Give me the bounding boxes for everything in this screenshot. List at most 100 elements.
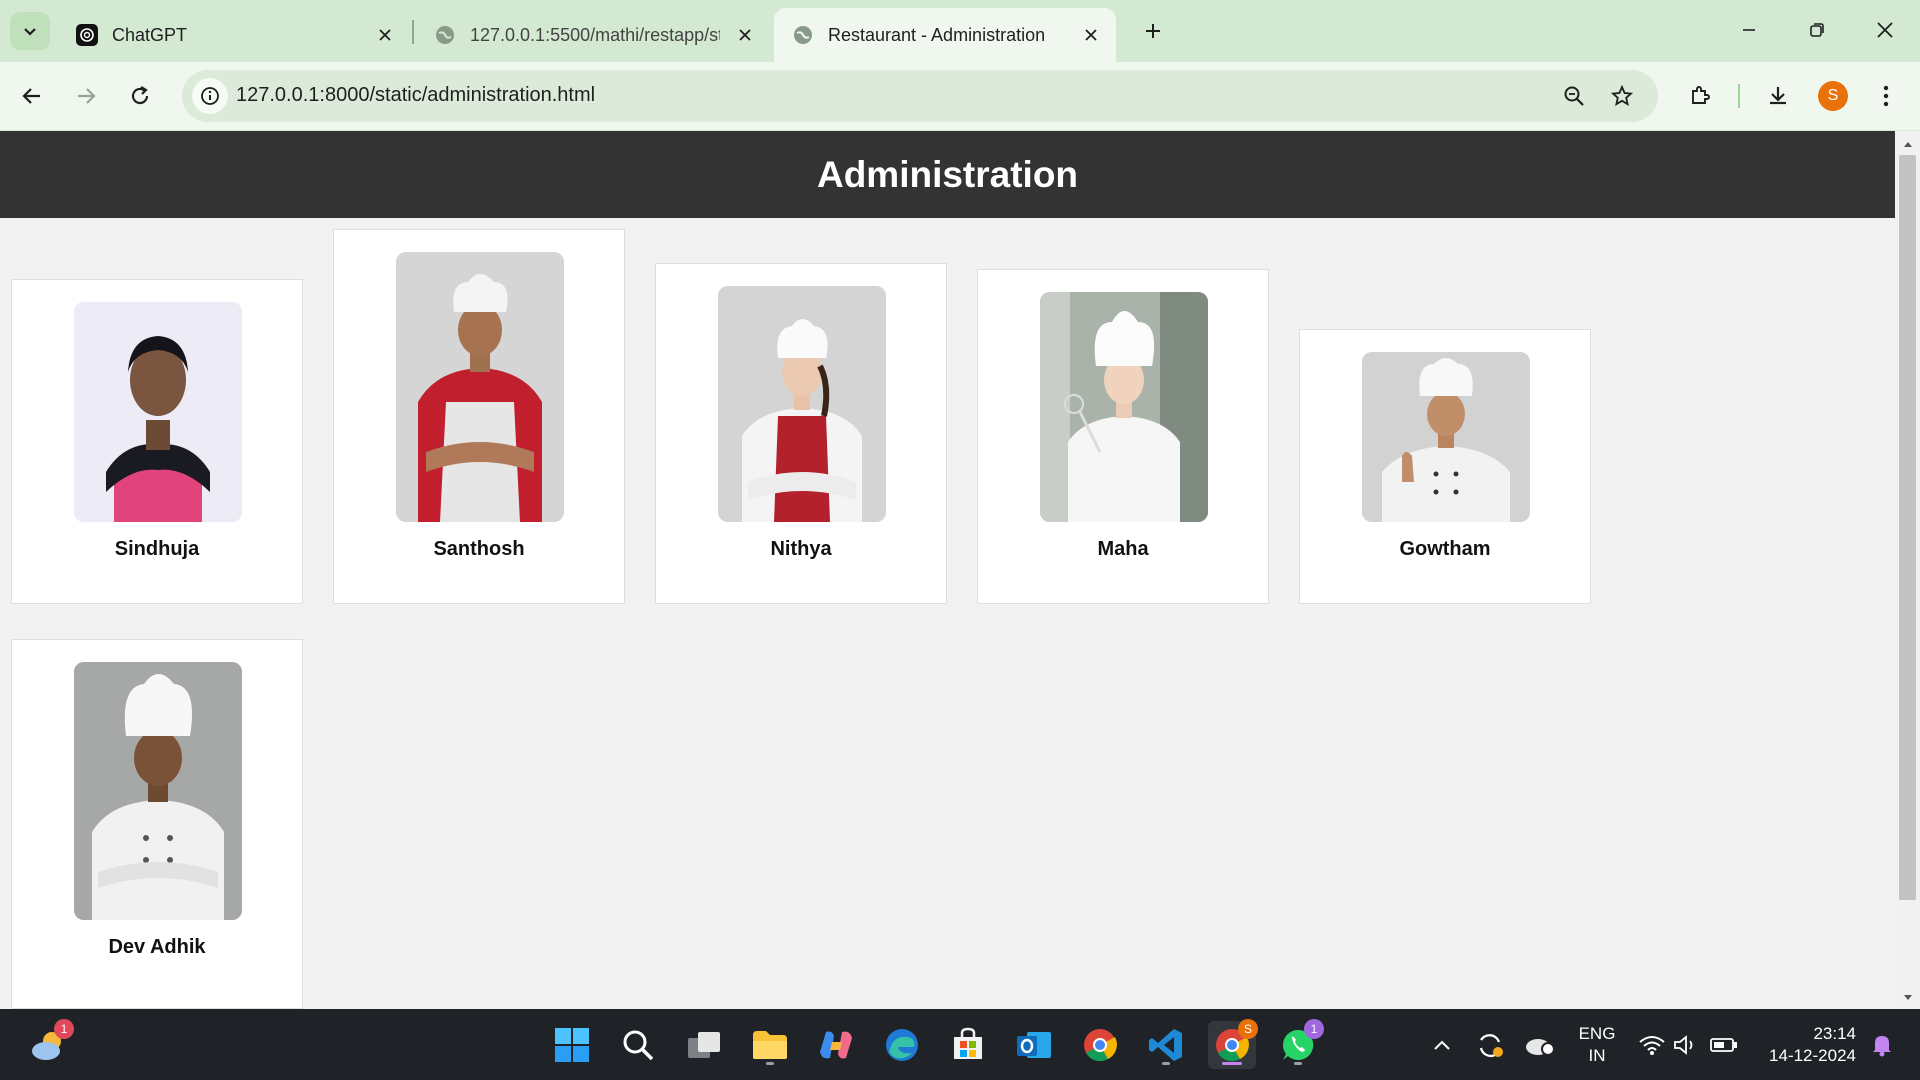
reload-button[interactable] xyxy=(120,76,160,116)
tab-restaurant-administration[interactable]: Restaurant - Administration xyxy=(774,8,1116,62)
minimize-button[interactable] xyxy=(1726,10,1772,50)
chrome-profile-button[interactable]: S xyxy=(1208,1019,1258,1069)
vscode-button[interactable] xyxy=(1142,1021,1190,1069)
staff-card[interactable]: Nithya xyxy=(655,263,947,604)
address-bar[interactable]: 127.0.0.1:8000/static/administration.htm… xyxy=(182,70,1658,122)
notification-badge: 1 xyxy=(54,1019,74,1039)
close-tab-icon[interactable] xyxy=(1080,24,1102,46)
close-tab-icon[interactable] xyxy=(734,24,756,46)
staff-name: Sindhuja xyxy=(114,538,200,560)
running-indicator xyxy=(766,1062,774,1065)
chrome-button[interactable] xyxy=(1076,1021,1124,1069)
onedrive-tray-button[interactable] xyxy=(1516,1021,1564,1069)
notifications-button[interactable] xyxy=(1862,1021,1902,1069)
restore-button[interactable] xyxy=(1794,10,1840,50)
close-tab-icon[interactable] xyxy=(374,24,396,46)
chevron-down-icon xyxy=(24,28,36,36)
edge-icon xyxy=(886,1029,918,1061)
tab-title: ChatGPT xyxy=(112,24,188,45)
battery-status[interactable] xyxy=(1700,1021,1748,1069)
staff-name: Maha xyxy=(1097,538,1149,560)
battery-icon xyxy=(1710,1038,1737,1052)
zoom-icon[interactable] xyxy=(1558,80,1590,112)
staff-card[interactable]: Santhosh xyxy=(333,229,625,604)
staff-photo xyxy=(74,662,242,920)
language-text: ENG xyxy=(1578,1024,1616,1043)
folder-icon xyxy=(753,1031,787,1059)
edge-button[interactable] xyxy=(878,1021,926,1069)
show-hidden-icons-button[interactable] xyxy=(1418,1021,1466,1069)
minimize-icon xyxy=(1743,29,1755,31)
outlook-icon xyxy=(1017,1032,1051,1058)
staff-card[interactable]: Maha xyxy=(977,269,1269,604)
staff-card[interactable]: Dev Adhik xyxy=(11,639,303,1009)
clock[interactable]: 23:14 14-12-2024 xyxy=(1756,1023,1856,1067)
language-indicator[interactable]: ENG IN xyxy=(1570,1023,1624,1067)
active-indicator xyxy=(1222,1062,1242,1065)
page-header: Administration xyxy=(0,131,1895,218)
windows-taskbar: 1 S 1 ENG IN 23:14 14-12-2024 xyxy=(0,1009,1920,1080)
outlook-button[interactable] xyxy=(1010,1021,1058,1069)
scroll-up-arrow-icon[interactable] xyxy=(1899,135,1916,153)
scroll-down-arrow-icon[interactable] xyxy=(1899,989,1916,1007)
page-viewport: Administration Sindhuja Santhosh Nithya … xyxy=(0,131,1895,1009)
microsoft-store-button[interactable] xyxy=(944,1021,992,1069)
toolbar-divider xyxy=(1738,84,1740,108)
staff-photo xyxy=(1362,352,1530,522)
whatsapp-button[interactable]: 1 xyxy=(1274,1019,1324,1069)
task-view-icon xyxy=(688,1032,720,1058)
profile-avatar[interactable]: S xyxy=(1818,81,1848,111)
browser-toolbar: 127.0.0.1:8000/static/administration.htm… xyxy=(0,62,1920,131)
plus-icon xyxy=(1146,24,1160,38)
staff-photo xyxy=(1040,292,1208,522)
speaker-icon xyxy=(1674,1035,1693,1055)
arrow-right-icon xyxy=(78,88,96,104)
reload-icon xyxy=(131,86,149,105)
close-window-button[interactable] xyxy=(1862,10,1908,50)
arrow-left-icon xyxy=(22,88,40,104)
staff-card[interactable]: Gowtham xyxy=(1299,329,1591,604)
weather-widget[interactable]: 1 xyxy=(24,1019,74,1069)
url-text[interactable]: 127.0.0.1:8000/static/administration.htm… xyxy=(236,84,595,107)
globe-icon xyxy=(792,24,814,46)
bookmark-star-icon[interactable] xyxy=(1606,80,1638,112)
task-view-button[interactable] xyxy=(680,1021,728,1069)
staff-photo xyxy=(396,252,564,522)
start-button[interactable] xyxy=(548,1021,596,1069)
search-button[interactable] xyxy=(614,1021,662,1069)
extensions-icon[interactable] xyxy=(1680,76,1720,116)
scrollbar-thumb[interactable] xyxy=(1899,155,1916,900)
tab-localhost-5500[interactable]: 127.0.0.1:5500/mathi/restapp/st xyxy=(416,8,770,62)
restore-icon xyxy=(1810,23,1824,37)
chrome-icon xyxy=(1084,1029,1117,1062)
back-button[interactable] xyxy=(12,76,52,116)
running-indicator xyxy=(1162,1062,1170,1065)
chatgpt-icon xyxy=(76,24,98,46)
globe-icon xyxy=(434,24,456,46)
time-text: 23:14 xyxy=(1813,1024,1856,1043)
windows-logo-icon xyxy=(555,1028,589,1062)
site-info-icon[interactable] xyxy=(192,78,228,114)
file-explorer-button[interactable] xyxy=(746,1021,794,1069)
date-text: 14-12-2024 xyxy=(1769,1046,1856,1065)
page-title: Administration xyxy=(816,153,1079,195)
vscode-icon xyxy=(1149,1029,1182,1061)
close-icon xyxy=(1877,22,1893,38)
staff-name: Santhosh xyxy=(433,538,525,560)
sync-tray-button[interactable] xyxy=(1466,1021,1514,1069)
staff-card[interactable]: Sindhuja xyxy=(11,279,303,604)
bell-icon xyxy=(1873,1036,1891,1057)
tab-chatgpt[interactable]: ChatGPT xyxy=(58,8,410,62)
cloud-icon xyxy=(1526,1039,1555,1056)
staff-photo xyxy=(718,286,886,522)
chevron-up-icon xyxy=(1434,1040,1450,1050)
download-icon[interactable] xyxy=(1758,76,1798,116)
tab-search-button[interactable] xyxy=(10,12,50,50)
tab-strip: ChatGPT 127.0.0.1:5500/mathi/restapp/st … xyxy=(0,0,1920,62)
menu-dots-icon[interactable] xyxy=(1866,76,1906,116)
new-tab-button[interactable] xyxy=(1138,14,1168,48)
copilot-button[interactable] xyxy=(812,1021,860,1069)
forward-button[interactable] xyxy=(66,76,106,116)
notification-badge: 1 xyxy=(1304,1019,1324,1039)
staff-photo xyxy=(74,302,242,522)
